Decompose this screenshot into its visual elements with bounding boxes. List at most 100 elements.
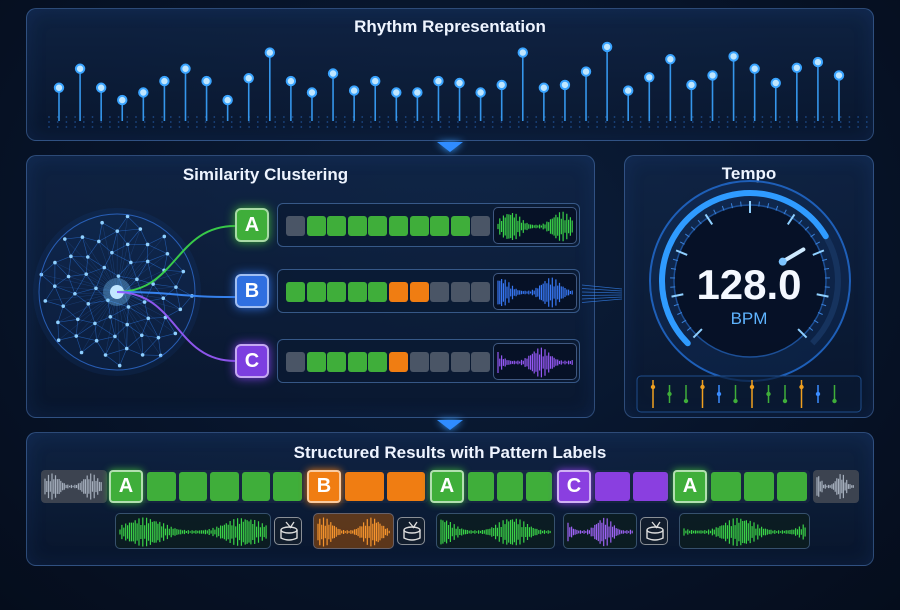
grid-dot — [283, 121, 285, 123]
network-node — [126, 305, 131, 309]
grid-dot — [213, 121, 216, 123]
grid-dot — [578, 126, 581, 128]
grid-dot — [283, 116, 285, 118]
grid-dot — [178, 116, 181, 118]
cluster-badge: C — [235, 344, 269, 378]
grid-dot — [839, 121, 842, 123]
grid-dot — [622, 126, 625, 128]
rhythm-panel: Rhythm Representation — [26, 8, 874, 141]
grid-dot — [404, 126, 407, 128]
grid-dot — [657, 126, 659, 128]
beat-dot — [650, 384, 656, 390]
grid-dot — [248, 121, 251, 123]
pulse-dot — [327, 68, 339, 79]
grid-dot — [570, 116, 572, 118]
grid-dot — [335, 121, 337, 123]
grid-dot — [143, 126, 146, 128]
pulse-dot — [665, 54, 676, 65]
segment-label: A — [673, 470, 707, 503]
grid-dot — [317, 116, 320, 118]
grid-dot — [343, 126, 346, 128]
segment-label: A — [430, 470, 464, 503]
grid-dot — [413, 121, 416, 123]
grid-dot — [274, 116, 277, 118]
grid-dot — [831, 126, 833, 128]
grid-dot — [587, 126, 590, 128]
grid-dot — [752, 121, 755, 123]
network-node — [86, 302, 91, 306]
network-node — [85, 255, 90, 259]
network-node — [66, 274, 71, 279]
segment-cell — [633, 472, 668, 501]
grid-dot — [291, 126, 294, 128]
grid-dot — [726, 116, 729, 118]
pattern-cell — [409, 216, 429, 236]
segment-label: C — [557, 470, 591, 503]
grid-dot — [239, 121, 242, 123]
grid-dot — [74, 121, 76, 123]
grid-dot — [152, 116, 155, 118]
cluster-track — [277, 339, 580, 383]
grid-dot — [718, 126, 720, 128]
grid-dot — [805, 126, 807, 128]
waveform-graphic — [317, 517, 390, 547]
pulse-dot — [159, 75, 170, 87]
waveform-graphic — [816, 474, 854, 499]
connector-arrow-1 — [437, 142, 463, 152]
grid-dot — [178, 126, 181, 128]
grid-dot — [326, 126, 329, 128]
grid-dot — [509, 121, 511, 123]
result-end-cap — [813, 470, 859, 503]
drum-glyph — [403, 521, 421, 541]
grid-dot — [100, 121, 103, 123]
segment-cell — [468, 472, 494, 501]
pattern-cell — [430, 282, 450, 302]
grid-dot — [291, 116, 294, 118]
grid-dot — [709, 121, 712, 123]
waveform-graphic — [497, 211, 573, 242]
segment-cell — [744, 472, 774, 501]
beat-dot — [766, 391, 771, 397]
grid-dot — [474, 126, 477, 128]
tempo-panel: Tempo 128.0 BPM — [624, 155, 874, 418]
grid-dot — [465, 126, 468, 128]
grid-dot — [613, 116, 616, 118]
segment-cell — [777, 472, 807, 501]
pulse-dot — [285, 75, 297, 87]
link-strand — [582, 291, 622, 294]
grid-dot — [796, 121, 799, 123]
grid-dot — [770, 121, 772, 123]
grid-dot — [691, 126, 694, 128]
grid-dot — [770, 126, 772, 128]
grid-dot — [300, 121, 303, 123]
pattern-cell — [409, 352, 429, 372]
grid-dot — [700, 126, 703, 128]
segment-label: B — [307, 470, 341, 503]
grid-dot — [309, 121, 311, 123]
grid-dot — [639, 116, 642, 118]
grid-dot — [517, 116, 520, 118]
pattern-cell — [450, 352, 470, 372]
network-node — [80, 235, 85, 239]
grid-dot — [674, 126, 677, 128]
pattern-cell — [389, 216, 408, 236]
network-node — [73, 291, 77, 296]
grid-dot — [239, 116, 242, 118]
grid-dot — [265, 126, 268, 128]
grid-dot — [126, 116, 129, 118]
segment-cell — [273, 472, 302, 501]
grid-dot — [65, 121, 68, 123]
network-node — [146, 316, 151, 321]
waveform-graphic — [567, 517, 633, 547]
pattern-cell — [430, 352, 450, 372]
grid-dot — [839, 126, 842, 128]
grid-dot — [126, 121, 129, 123]
grid-dot — [483, 121, 485, 123]
pattern-cell — [471, 352, 491, 372]
beat-dot — [749, 384, 755, 390]
waveform-graphic — [497, 347, 573, 378]
grid-dot — [639, 121, 642, 123]
pulse-dot — [138, 87, 149, 98]
grid-dot — [448, 116, 451, 118]
pattern-cell — [306, 282, 326, 302]
